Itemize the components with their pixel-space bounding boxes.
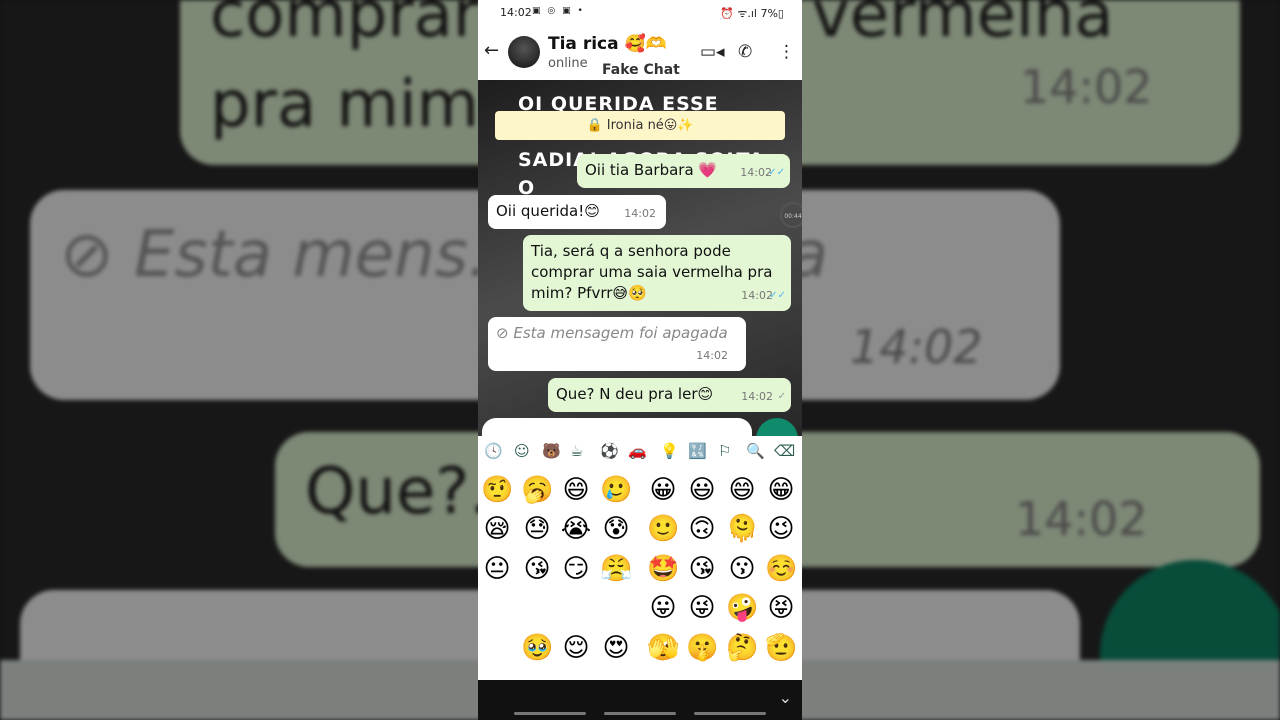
emoji-key[interactable]: 😗 (726, 553, 758, 585)
menu-icon[interactable]: ⋮ (778, 42, 795, 62)
read-ticks-icon: ✓✓ (769, 290, 786, 301)
emoji-key[interactable]: 😄 (726, 474, 758, 506)
chat-area: OI QUERIDA ESSE CELULAR NÃO É SEU. SADIA… (478, 80, 802, 436)
emoji-key[interactable]: 😛 (647, 592, 679, 624)
emoji-key[interactable]: 😤 (600, 553, 632, 585)
battery-indicator: ⏰ ᯤ.ıl 7%▯ (720, 7, 784, 20)
message-time: 14:02 (740, 166, 772, 179)
message-out[interactable]: Que? N deu pra ler😊 14:02 ✓ (548, 378, 791, 412)
avatar[interactable] (508, 36, 540, 68)
video-call-icon[interactable]: ▭◂ (700, 42, 725, 62)
emoji-key[interactable]: 😪 (481, 513, 513, 545)
emoji-key[interactable]: 😀 (647, 474, 679, 506)
status-time: 14:02 (500, 6, 532, 19)
emoji-key[interactable]: 😘 (686, 553, 718, 585)
nav-handle (604, 712, 676, 715)
emoji-key[interactable]: 🥹 (521, 632, 553, 664)
emoji-key[interactable]: 😓 (521, 513, 553, 545)
ticker-banner: 🔒 Ironia né😛✨ (495, 111, 785, 140)
message-in-deleted[interactable]: ⊘ Esta mensagem foi apagada 14:02 (488, 317, 746, 371)
message-time: 14:02 (741, 289, 773, 302)
contact-status: online (548, 56, 588, 71)
emoji-category-tabs: 🕓 ☺ 🐻 ☕ ⚽ 🚗 💡 🔣 ⚐ 🔍 ⌫ (478, 436, 802, 466)
system-nav-bar: ⌄ (478, 680, 802, 720)
emoji-key[interactable]: 🙃 (686, 513, 718, 545)
food-tab-icon[interactable]: ☕ (570, 442, 583, 460)
phone-call-icon[interactable]: ✆ (738, 42, 752, 62)
status-bar: 14:02 ▣ ◎ ▣ • ⏰ ᯤ.ıl 7%▯ (478, 0, 802, 26)
emoji-key[interactable]: 😏 (560, 553, 592, 585)
emoji-key[interactable]: 🙂 (647, 513, 679, 545)
contact-name[interactable]: Tia rica 🥰🫶 (548, 34, 667, 54)
notification-icons: ▣ ◎ ▣ • (532, 6, 585, 16)
emoji-key[interactable]: 🥱 (521, 474, 553, 506)
animals-tab-icon[interactable]: 🐻 (542, 442, 561, 460)
phone-screen: 14:02 ▣ ◎ ▣ • ⏰ ᯤ.ıl 7%▯ ← Tia rica 🥰🫶 o… (478, 0, 802, 720)
emoji-key[interactable]: 😭 (560, 513, 592, 545)
emoji-key[interactable]: 😐 (481, 553, 513, 585)
message-in[interactable]: Oii querida!😊 14:02 (488, 195, 666, 229)
emoji-key[interactable]: 😉 (765, 513, 797, 545)
emoji-key[interactable]: 😘 (521, 553, 553, 585)
travel-tab-icon[interactable]: 🚗 (628, 442, 647, 460)
chat-header: ← Tia rica 🥰🫶 online Fake Chat ▭◂ ✆ ⋮ (478, 26, 802, 80)
back-arrow-icon[interactable]: ← (484, 40, 499, 61)
emoji-key[interactable]: 😌 (560, 632, 592, 664)
symbols-tab-icon[interactable]: 🔣 (688, 442, 707, 460)
emoji-key[interactable]: 🤩 (647, 553, 679, 585)
activity-tab-icon[interactable]: ⚽ (600, 442, 619, 460)
emoji-key[interactable]: 🤪 (726, 592, 758, 624)
recent-emoji-icon[interactable]: 🕓 (484, 442, 503, 460)
message-out[interactable]: Oii tia Barbara 💗 14:02 ✓✓ (577, 154, 790, 188)
emoji-key[interactable]: 😰 (600, 513, 632, 545)
message-input[interactable] (482, 418, 752, 436)
emoji-key[interactable]: 🤔 (726, 632, 758, 664)
nav-handle (514, 712, 586, 715)
emoji-key[interactable]: 🫣 (647, 632, 679, 664)
message-time: 14:02 (696, 349, 728, 362)
emoji-key[interactable]: 😄 (560, 474, 592, 506)
mic-button[interactable] (756, 418, 798, 436)
emoji-key[interactable]: 🫠 (726, 513, 758, 545)
hide-keyboard-chevron-icon[interactable]: ⌄ (779, 688, 792, 707)
search-icon[interactable]: 🔍 (746, 442, 765, 460)
message-time: 14:02 (624, 207, 656, 220)
emoji-key[interactable]: ☺️ (765, 553, 797, 585)
emoji-key[interactable]: 😁 (765, 474, 797, 506)
emoji-key[interactable]: 😃 (686, 474, 718, 506)
timer-badge: 00:44 (780, 202, 802, 228)
smileys-tab-icon[interactable]: ☺ (514, 442, 530, 460)
emoji-key[interactable]: 🥲 (600, 474, 632, 506)
emoji-key[interactable]: 🫡 (765, 632, 797, 664)
sent-tick-icon: ✓ (777, 391, 786, 402)
message-out[interactable]: Tia, será q a senhora pode comprar uma s… (523, 235, 791, 311)
backspace-icon[interactable]: ⌫ (774, 442, 795, 460)
objects-tab-icon[interactable]: 💡 (660, 442, 679, 460)
emoji-key[interactable]: 🤨 (481, 474, 513, 506)
watermark-label: Fake Chat (602, 62, 680, 78)
read-ticks-icon: ✓✓ (768, 167, 785, 178)
message-time: 14:02 (741, 390, 773, 403)
emoji-key[interactable]: 😝 (765, 592, 797, 624)
nav-handle (694, 712, 766, 715)
flags-tab-icon[interactable]: ⚐ (718, 442, 731, 460)
emoji-key[interactable]: 😜 (686, 592, 718, 624)
emoji-key[interactable]: 😍 (600, 632, 632, 664)
emoji-grid: 🤨 🥱 😄 🥲 😀 😃 😄 😁 😪 😓 😭 😰 🙂 🙃 🫠 😉 😐 😘 😏 😤 … (478, 466, 802, 680)
emoji-key[interactable]: 🤫 (686, 632, 718, 664)
